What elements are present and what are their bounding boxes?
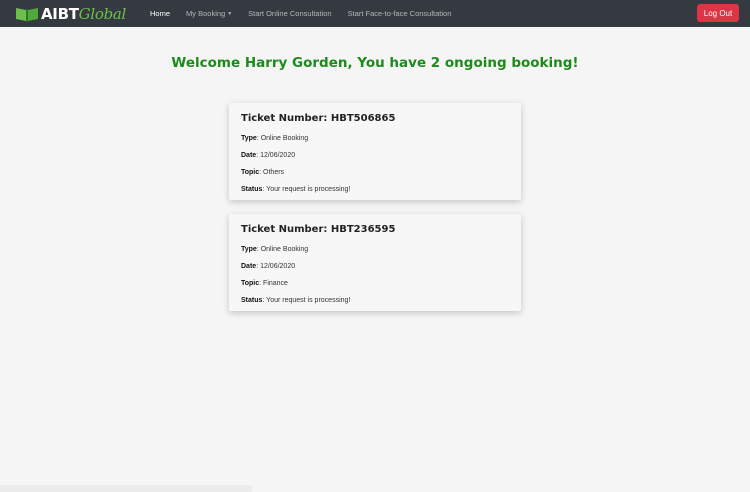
booking-card: Ticket Number: HBT506865 Type: Online Bo…: [229, 103, 521, 200]
ticket-number: Ticket Number: HBT236595: [241, 224, 396, 235]
nav-links: Home My Booking ▼ Start Online Consultati…: [142, 9, 459, 18]
caret-down-icon: ▼: [227, 11, 233, 18]
booking-type: Type: Online Booking: [241, 246, 309, 253]
logout-button[interactable]: Log Out: [697, 4, 739, 22]
date-label: Date: [241, 263, 257, 270]
date-label: Date: [241, 152, 257, 159]
topic-value: Others: [263, 169, 285, 176]
type-label: Type: [241, 246, 257, 253]
nav-link-home[interactable]: Home: [142, 9, 178, 18]
topic-label: Topic: [241, 280, 260, 287]
book-icon: [16, 7, 38, 22]
top-navbar: AIBT Global Home My Booking ▼ Start Onlin…: [0, 0, 750, 27]
brand-logo[interactable]: AIBT Global: [15, 0, 126, 27]
nav-link-my-booking[interactable]: My Booking ▼: [178, 9, 240, 18]
topic-value: Finance: [263, 280, 288, 287]
date-value: 12/06/2020: [260, 263, 296, 270]
welcome-heading: Welcome Harry Gorden, You have 2 ongoing…: [171, 55, 579, 71]
status-value: Your request is processing!: [266, 186, 351, 193]
browser-status-bar: [0, 485, 252, 492]
date-value: 12/06/2020: [260, 152, 296, 159]
status-value: Your request is processing!: [266, 297, 351, 304]
booking-date: Date: 12/06/2020: [241, 152, 296, 159]
nav-link-my-booking-label: My Booking: [186, 9, 226, 18]
nav-link-face-to-face-consultation[interactable]: Start Face-to-face Consultation: [340, 9, 460, 18]
status-label: Status: [241, 186, 263, 193]
nav-link-online-consultation[interactable]: Start Online Consultation: [240, 9, 339, 18]
booking-date: Date: 12/06/2020: [241, 263, 296, 270]
booking-topic: Topic: Others: [241, 169, 285, 176]
booking-topic: Topic: Finance: [241, 280, 288, 287]
type-value: Online Booking: [260, 246, 309, 253]
ticket-number: Ticket Number: HBT506865: [241, 113, 396, 124]
type-value: Online Booking: [260, 135, 309, 142]
brand-name-accent: Global: [78, 4, 127, 23]
booking-type: Type: Online Booking: [241, 135, 309, 142]
brand-name: AIBT: [41, 4, 79, 23]
booking-status: Status: Your request is processing!: [241, 186, 351, 193]
booking-card: Ticket Number: HBT236595 Type: Online Bo…: [229, 214, 521, 311]
booking-status: Status: Your request is processing!: [241, 297, 351, 304]
type-label: Type: [241, 135, 257, 142]
status-label: Status: [241, 297, 263, 304]
topic-label: Topic: [241, 169, 260, 176]
